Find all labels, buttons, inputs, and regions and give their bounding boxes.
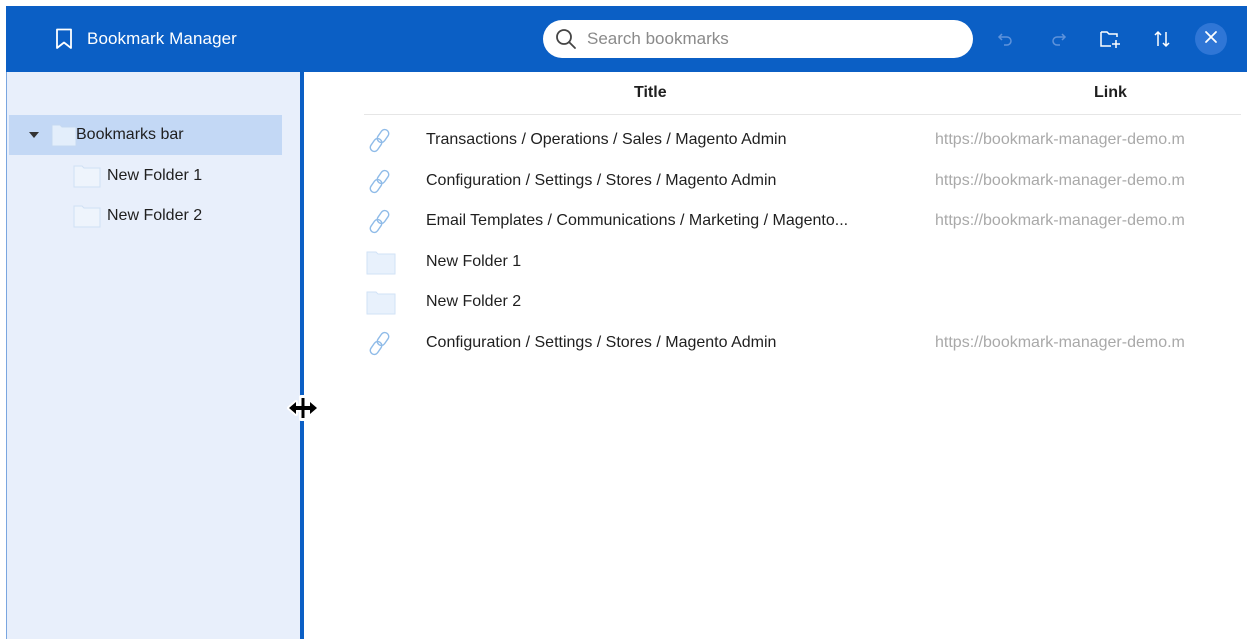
tree-item-label: New Folder 2 <box>107 207 203 224</box>
tree-item-label: Bookmarks bar <box>76 126 184 143</box>
bookmark-title: Configuration / Settings / Stores / Mage… <box>426 172 777 189</box>
new-folder-icon[interactable] <box>1097 26 1123 52</box>
folder-icon <box>51 123 77 152</box>
list-item[interactable]: Transactions / Operations / Sales / Mage… <box>360 120 1245 160</box>
link-icon <box>366 127 394 160</box>
search-input[interactable] <box>585 28 949 50</box>
close-button[interactable] <box>1195 23 1227 55</box>
link-icon <box>366 208 394 241</box>
list-item[interactable]: Configuration / Settings / Stores / Mage… <box>360 323 1245 363</box>
link-icon <box>366 330 394 363</box>
tree-item-label: New Folder 1 <box>107 167 203 184</box>
tree-item-new-folder-1[interactable]: New Folder 1 <box>9 156 282 196</box>
tree-item-bookmarks-bar[interactable]: Bookmarks bar <box>9 115 282 155</box>
bookmark-title: New Folder 2 <box>426 293 522 310</box>
list-item[interactable]: New Folder 2 <box>360 282 1245 322</box>
header-divider <box>364 114 1241 115</box>
redo-icon[interactable] <box>1046 26 1072 52</box>
expand-caret-icon[interactable] <box>29 132 39 138</box>
bookmark-title: New Folder 1 <box>426 253 522 270</box>
folder-icon <box>366 289 396 320</box>
folder-icon <box>73 164 101 193</box>
tree-item-new-folder-2[interactable]: New Folder 2 <box>9 196 282 236</box>
bookmark-title: Configuration / Settings / Stores / Mage… <box>426 334 777 351</box>
list-item[interactable]: New Folder 1 <box>360 242 1245 282</box>
bookmark-link: https://bookmark-manager-demo.m <box>935 131 1185 148</box>
folder-icon <box>73 204 101 233</box>
app-title-group: Bookmark Manager <box>55 6 237 72</box>
column-header-link[interactable]: Link <box>1094 84 1127 102</box>
header-bar: Bookmark Manager <box>6 6 1247 72</box>
bookmark-title: Transactions / Operations / Sales / Mage… <box>426 131 787 148</box>
app-title: Bookmark Manager <box>87 29 237 48</box>
bookmark-link: https://bookmark-manager-demo.m <box>935 334 1185 351</box>
bookmark-link: https://bookmark-manager-demo.m <box>935 212 1185 229</box>
resize-cursor-icon <box>287 394 319 427</box>
search-box[interactable] <box>543 20 973 58</box>
bookmark-list: Title Link Transactions / Operations / S… <box>304 72 1247 639</box>
search-icon <box>555 28 577 50</box>
column-header-title[interactable]: Title <box>634 84 667 102</box>
list-item[interactable]: Email Templates / Communications / Marke… <box>360 201 1245 241</box>
list-item[interactable]: Configuration / Settings / Stores / Mage… <box>360 161 1245 201</box>
bookmark-link: https://bookmark-manager-demo.m <box>935 172 1185 189</box>
link-icon <box>366 168 394 201</box>
folder-tree-sidebar: Bookmarks bar New Folder 1 New Folder 2 <box>6 72 301 639</box>
sort-icon[interactable] <box>1149 26 1175 52</box>
undo-icon[interactable] <box>992 26 1018 52</box>
bookmark-manager-window: Bookmark Manager Search bookmarks Bookma… <box>6 6 1247 639</box>
close-icon <box>1204 30 1218 49</box>
bookmark-icon <box>55 28 73 50</box>
folder-icon <box>366 249 396 280</box>
bookmark-title: Email Templates / Communications / Marke… <box>426 212 849 229</box>
